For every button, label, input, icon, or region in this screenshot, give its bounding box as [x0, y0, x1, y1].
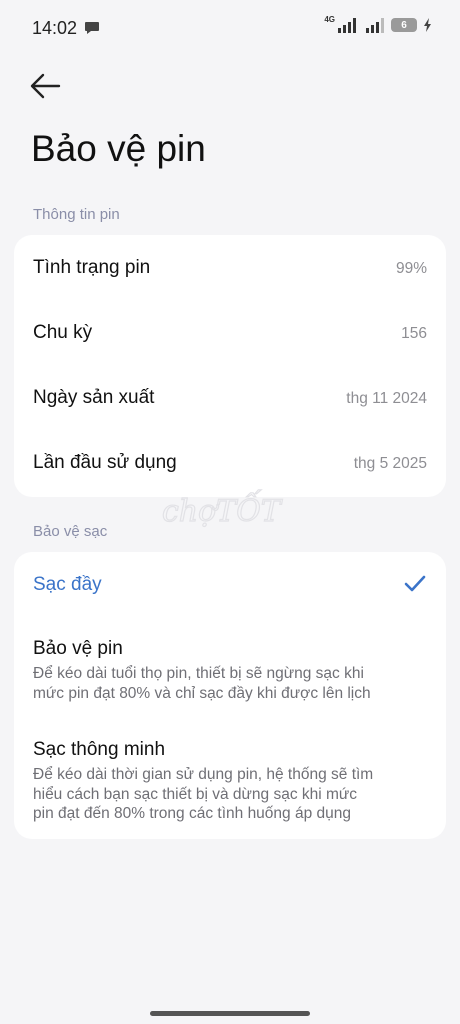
- signal-bars-icon: [338, 18, 356, 33]
- info-label: Ngày sản xuất: [33, 387, 155, 408]
- option-description-line: pin đạt đến 80% trong các tình huống áp …: [33, 805, 351, 822]
- status-bar: 14:02 4G 6: [0, 0, 460, 56]
- option-description-line: hiểu cách bạn sạc thiết bị và dừng sạc k…: [33, 785, 358, 803]
- section-header-charging-protection: Bảo vệ sạc: [33, 523, 108, 540]
- status-time: 14:02: [32, 18, 78, 38]
- arrow-left-icon: [30, 73, 61, 99]
- charging-options-card: Sạc đầy Bảo vệ pin Để kéo dài tuổi thọ p…: [14, 552, 446, 839]
- checkmark-icon: [404, 575, 426, 592]
- signal-bars-icon: [366, 18, 384, 33]
- info-row-battery-health[interactable]: Tình trạng pin 99%: [14, 237, 446, 301]
- info-label: Chu kỳ: [33, 322, 93, 343]
- section-header-battery-info: Thông tin pin: [33, 206, 120, 223]
- home-indicator[interactable]: [150, 1011, 310, 1016]
- option-description: Để kéo dài tuổi thọ pin, thiết bị sẽ ngừ…: [33, 664, 413, 703]
- info-value: 99%: [395, 260, 427, 277]
- battery-level: 6: [401, 19, 407, 31]
- network-type: 4G: [324, 14, 335, 24]
- info-label: Tình trạng pin: [33, 257, 151, 278]
- lightning-icon: [424, 18, 431, 32]
- status-indicators: 4G 6: [324, 14, 432, 33]
- option-description-line: Để kéo dài thời gian sử dụng pin, hệ thố…: [33, 766, 374, 783]
- option-battery-protection[interactable]: Bảo vệ pin Để kéo dài tuổi thọ pin, thiế…: [14, 628, 446, 710]
- watermark-logo: chợTỐT: [162, 488, 283, 529]
- option-title: Sạc đầy: [33, 574, 102, 595]
- option-full-charge[interactable]: Sạc đầy: [14, 552, 446, 616]
- info-value: thg 5 2025: [353, 455, 427, 472]
- watermark-text: chợTỐT: [162, 489, 283, 529]
- battery-info-card: Tình trạng pin 99% Chu kỳ 156 Ngày sản x…: [14, 235, 446, 497]
- option-title: Sạc thông minh: [33, 739, 166, 760]
- info-row-cycle-count[interactable]: Chu kỳ 156: [14, 302, 446, 366]
- option-description: Để kéo dài thời gian sử dụng pin, hệ thố…: [33, 765, 413, 824]
- option-description-line: Để kéo dài tuổi thọ pin, thiết bị sẽ ngừ…: [33, 665, 364, 682]
- option-title: Bảo vệ pin: [33, 638, 123, 659]
- battery-indicator: 6: [391, 18, 417, 32]
- back-button[interactable]: [28, 70, 68, 102]
- info-value: 156: [401, 325, 427, 342]
- option-smart-charging[interactable]: Sạc thông minh Để kéo dài thời gian sử d…: [14, 729, 446, 833]
- info-label: Lần đầu sử dụng: [33, 452, 177, 473]
- option-description-line: mức pin đạt 80% và chỉ sạc đầy khi được …: [33, 684, 371, 702]
- page-title: Bảo vệ pin: [31, 128, 206, 169]
- info-row-manufacture-date[interactable]: Ngày sản xuất thg 11 2024: [14, 367, 446, 431]
- chat-bubble-icon: [85, 22, 99, 34]
- info-value: thg 11 2024: [346, 390, 427, 407]
